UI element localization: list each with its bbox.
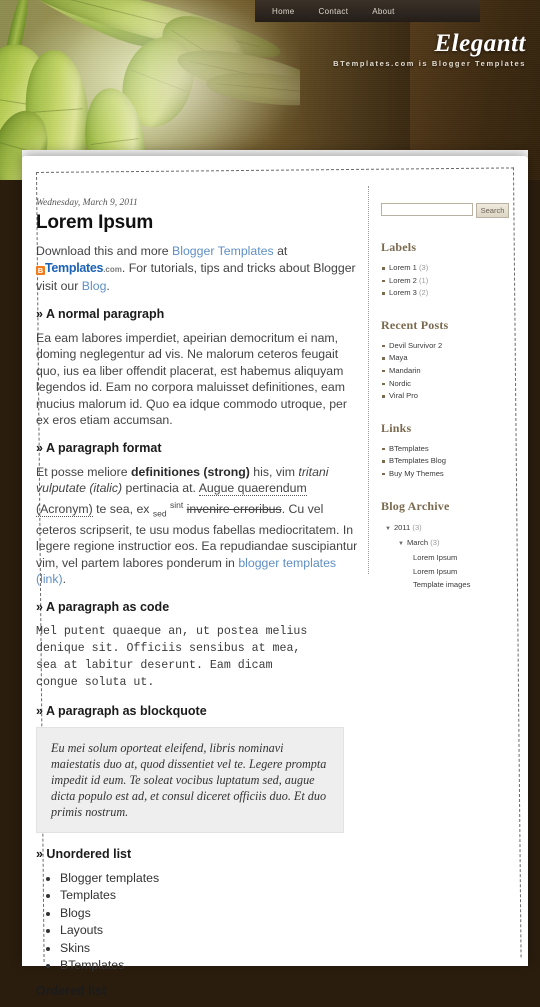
link-item[interactable]: Buy My Themes [381, 468, 509, 481]
format-text-8: . [62, 572, 67, 587]
blog-archive-tree: ▼ 2011 (3) ▼ March (3) Lorem Ipsum Lorem I… [381, 521, 509, 592]
format-text-3: pertinacia at. [122, 481, 199, 495]
strong-text: definitiones (strong) [131, 464, 250, 479]
section-heading-ordered-list: Ordered list [36, 983, 107, 998]
link-item[interactable]: BTemplates [381, 443, 509, 456]
archive-post-row[interactable]: Lorem Ipsum [381, 551, 509, 564]
archive-month-row[interactable]: ▼ March (3) [381, 536, 509, 551]
intro-text-after: at [273, 244, 288, 258]
main-navigation: Home Contact About [255, 0, 480, 22]
section-heading-paragraph-code: » A paragraph as code [36, 599, 170, 614]
links-widget-title: Links [381, 420, 412, 435]
section-heading-normal-paragraph: » A normal paragraph [36, 306, 165, 321]
archive-year-row[interactable]: ▼ 2011 (3) [381, 521, 509, 536]
list-item: Layouts [60, 922, 361, 939]
post-article: Wednesday, March 9, 2011 Lorem Ipsum Dow… [36, 198, 361, 1007]
recent-post-item[interactable]: Viral Pro [381, 390, 509, 403]
blog-description: BTemplates.com is Blogger Templates [333, 59, 526, 68]
strikethrough-text: invenire erroribus [186, 501, 282, 516]
archive-month-count: (3) [430, 537, 440, 547]
normal-paragraph-body: Ea eam labores imperdiet, apeirian democ… [36, 330, 347, 428]
archive-post-row[interactable]: Lorem Ipsum [381, 565, 509, 578]
blockquote-block: Eu mei solum oporteat eleifend, libris n… [36, 726, 344, 833]
recent-post-item[interactable]: Maya [381, 352, 509, 365]
subscript-text: sed [152, 508, 167, 519]
label-count: (2) [418, 288, 429, 298]
chevron-down-icon[interactable]: ▼ [385, 526, 391, 532]
search-form: Search [381, 203, 509, 218]
label-name: Lorem 1 [389, 263, 417, 272]
section-heading-paragraph-blockquote: » A paragraph as blockquote [36, 703, 207, 718]
intro-text-before: Download this and more [36, 244, 173, 258]
blog-archive-widget-title: Blog Archive [381, 498, 450, 513]
format-text-4: te sea, ex [92, 501, 153, 516]
links-list: BTemplates BTemplates Blog Buy My Themes [381, 443, 509, 481]
list-item: Blogger templates [60, 870, 361, 887]
recent-post-item[interactable]: Mandarin [381, 365, 509, 378]
unordered-list: Blogger templates Templates Blogs Layout… [60, 870, 361, 974]
archive-year-count: (3) [412, 522, 422, 532]
list-item: Templates [60, 887, 361, 904]
superscript-text: sint [170, 499, 184, 510]
btemplates-logo-com: .com [103, 264, 122, 274]
format-text-1: Et posse meliore [36, 464, 132, 479]
format-text-2: his, vim [249, 464, 299, 479]
btemplates-logo[interactable]: B Templates.com [36, 260, 122, 279]
section-heading-unordered-list: » Unordered list [36, 846, 132, 861]
label-count: (1) [418, 275, 429, 285]
recent-posts-list: Devil Survivor 2 Maya Mandarin Nordic Vi… [381, 340, 509, 403]
label-item[interactable]: Lorem 2 (1) [381, 275, 509, 288]
nav-item-contact[interactable]: Contact [319, 7, 349, 16]
list-item: Blogs [60, 905, 361, 922]
archive-year-label: 2011 [393, 522, 411, 532]
label-count: (3) [418, 263, 429, 272]
blog-link[interactable]: Blog [82, 279, 107, 293]
recent-posts-widget-title: Recent Posts [381, 317, 449, 332]
label-name: Lorem 3 [389, 288, 417, 298]
search-button[interactable]: Search [476, 203, 509, 218]
archive-month-label: March [406, 537, 429, 547]
nav-item-about[interactable]: About [372, 7, 394, 16]
archive-post-row[interactable]: Template images [381, 578, 509, 591]
labels-widget-title: Labels [381, 240, 417, 254]
label-item[interactable]: Lorem 1 (3) [381, 262, 509, 275]
code-block: Mel putent quaeque an, ut postea melius … [36, 624, 308, 689]
recent-post-item[interactable]: Devil Survivor 2 [381, 340, 509, 353]
recent-post-item[interactable]: Nordic [381, 378, 509, 391]
nav-item-home[interactable]: Home [272, 7, 295, 16]
section-heading-paragraph-format: » A paragraph format [36, 440, 162, 455]
sidebar-divider [368, 186, 369, 574]
label-name: Lorem 2 [389, 275, 417, 285]
btemplates-b-icon: B [36, 265, 45, 275]
search-input[interactable] [381, 203, 473, 216]
link-item[interactable]: BTemplates Blog [381, 455, 509, 468]
chevron-down-icon[interactable]: ▼ [398, 541, 404, 547]
list-item: Skins [60, 940, 361, 957]
post-intro-paragraph: Download this and more Blogger Templates… [36, 243, 361, 295]
format-paragraph-body: Et posse meliore definitiones (strong) h… [36, 464, 361, 588]
label-item[interactable]: Lorem 3 (2) [381, 287, 509, 300]
post-date: Wednesday, March 9, 2011 [36, 198, 138, 208]
blogger-templates-link[interactable]: Blogger Templates [172, 244, 274, 258]
btemplates-logo-text: Templates [45, 260, 104, 275]
intro-text-end: . [106, 279, 110, 293]
sidebar: Search Labels Lorem 1 (3) Lorem 2 (1) Lo… [381, 203, 509, 606]
labels-list: Lorem 1 (3) Lorem 2 (1) Lorem 3 (2) [381, 262, 509, 300]
blog-title[interactable]: Elegantt [434, 30, 526, 58]
post-title[interactable]: Lorem Ipsum [36, 212, 361, 234]
